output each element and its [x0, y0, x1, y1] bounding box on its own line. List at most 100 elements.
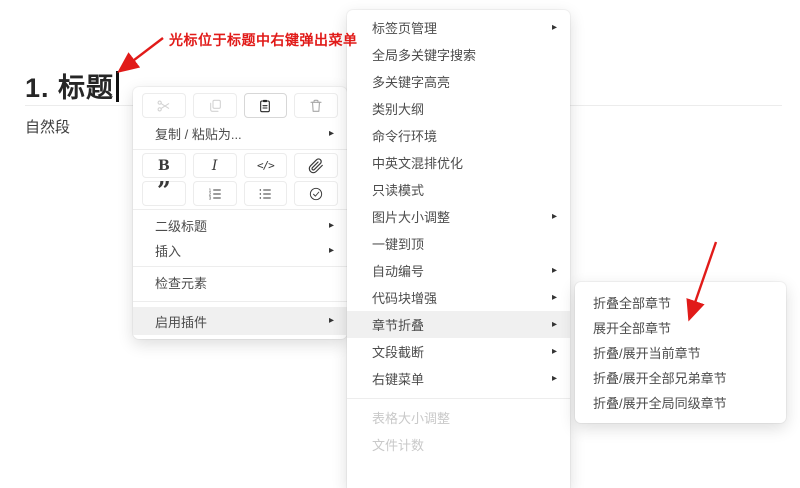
menu-item-toggle-global-level-sections[interactable]: 折叠/展开全局同级章节 — [575, 390, 786, 415]
menu-item-expand-all-sections[interactable]: 展开全部章节 — [575, 315, 786, 340]
menu-divider — [347, 398, 570, 399]
italic-icon: I — [211, 157, 218, 174]
svg-text:3: 3 — [208, 195, 211, 200]
menu-divider — [133, 266, 347, 267]
menu-item-label: 右键菜单 — [372, 372, 425, 387]
check-circle-icon — [309, 187, 323, 200]
menu-item-label: 复制 / 粘贴为... — [155, 127, 242, 142]
menu-item-label: 代码块增强 — [372, 291, 438, 306]
quote-button[interactable]: ” — [142, 175, 186, 206]
bold-button[interactable]: B — [142, 153, 186, 178]
menu-item-label: 中英文混排优化 — [372, 156, 464, 171]
italic-button[interactable]: I — [192, 153, 237, 178]
submenu-arrow-icon: ▸ — [551, 264, 557, 276]
copy-icon — [209, 99, 221, 112]
plugins-submenu: 标签页管理 ▸ 全局多关键字搜索 多关键字高亮 类别大纲 命令行环境 中英文混排… — [347, 10, 570, 488]
ordered-list-icon: 123 — [208, 187, 221, 200]
menu-divider — [133, 301, 347, 302]
menu-item-label: 标签页管理 — [372, 21, 438, 36]
heading-text: 1. 标题 — [25, 73, 115, 103]
submenu-arrow-icon: ▸ — [328, 127, 334, 139]
paste-button[interactable] — [243, 93, 288, 118]
menu-divider — [133, 209, 347, 210]
menu-item-label: 二级标题 — [155, 219, 208, 234]
menu-item-cjk-typesetting-optimize[interactable]: 中英文混排优化 — [347, 149, 570, 176]
scissors-icon — [157, 100, 170, 111]
menu-item-read-only-mode[interactable]: 只读模式 — [347, 176, 570, 203]
menu-item-enable-plugins[interactable]: 启用插件 ▸ — [133, 307, 347, 335]
menu-item-label: 折叠/展开当前章节 — [593, 346, 701, 361]
code-icon: </> — [256, 159, 275, 172]
menu-item-auto-numbering[interactable]: 自动编号 ▸ — [347, 257, 570, 284]
link-button[interactable] — [294, 153, 338, 178]
submenu-arrow-icon: ▸ — [551, 345, 557, 357]
menu-item-label: 折叠全部章节 — [593, 296, 672, 311]
delete-button[interactable] — [294, 93, 338, 118]
menu-item-label: 展开全部章节 — [593, 321, 672, 336]
menu-item-inspect-element[interactable]: 检查元素 — [133, 270, 347, 295]
bold-icon: B — [157, 157, 170, 174]
menu-item-label: 图片大小调整 — [372, 210, 451, 225]
menu-item-label: 折叠/展开全部兄弟章节 — [593, 371, 727, 386]
menu-item-label: 只读模式 — [372, 183, 425, 198]
menu-item-category-outline[interactable]: 类别大纲 — [347, 95, 570, 122]
section-fold-submenu: 折叠全部章节 展开全部章节 折叠/展开当前章节 折叠/展开全部兄弟章节 折叠/展… — [575, 282, 786, 423]
menu-item-label: 折叠/展开全局同级章节 — [593, 396, 727, 411]
menu-item-label: 自动编号 — [372, 264, 425, 279]
menu-item-global-multi-keyword-search[interactable]: 全局多关键字搜索 — [347, 41, 570, 68]
text-caret — [116, 71, 119, 102]
annotation-text: 光标位于标题中右键弹出菜单 — [169, 32, 358, 48]
menu-item-paragraph-truncate[interactable]: 文段截断 ▸ — [347, 338, 570, 365]
menu-item-label: 启用插件 — [155, 314, 208, 330]
menu-item-label: 插入 — [155, 244, 182, 259]
format-toolbar-row1: B I </> — [142, 153, 338, 178]
menu-item-command-line-env[interactable]: 命令行环境 — [347, 122, 570, 149]
quote-icon: ” — [156, 175, 171, 205]
menu-item-label: 章节折叠 — [372, 318, 425, 333]
submenu-arrow-icon: ▸ — [328, 315, 334, 326]
menu-item-label: 文段截断 — [372, 345, 425, 360]
menu-item-toggle-sibling-sections[interactable]: 折叠/展开全部兄弟章节 — [575, 365, 786, 390]
menu-item-label: 文件计数 — [372, 438, 425, 453]
menu-item-back-to-top[interactable]: 一键到顶 — [347, 230, 570, 257]
menu-item-collapse-all-sections[interactable]: 折叠全部章节 — [575, 290, 786, 315]
menu-divider — [133, 149, 347, 150]
submenu-arrow-icon: ▸ — [551, 372, 557, 384]
paperclip-icon — [308, 157, 324, 173]
menu-item-copy-paste-as[interactable]: 复制 / 粘贴为... ▸ — [133, 121, 347, 146]
task-list-button[interactable] — [294, 181, 338, 206]
unordered-list-icon — [259, 188, 272, 199]
menu-item-file-count: 文件计数 — [347, 431, 570, 458]
menu-item-label: 全局多关键字搜索 — [372, 48, 477, 63]
submenu-arrow-icon: ▸ — [328, 244, 334, 256]
cut-button[interactable] — [142, 93, 186, 118]
context-menu: 复制 / 粘贴为... ▸ B I </> ” 123 二级标题 ▸ 插入 ▸ … — [133, 87, 347, 339]
clipboard-icon — [260, 99, 271, 112]
submenu-arrow-icon: ▸ — [551, 291, 557, 303]
menu-item-context-menu-plugin[interactable]: 右键菜单 ▸ — [347, 365, 570, 392]
menu-item-multi-keyword-highlight[interactable]: 多关键字高亮 — [347, 68, 570, 95]
menu-item-label: 检查元素 — [155, 276, 208, 291]
menu-item-toggle-current-section[interactable]: 折叠/展开当前章节 — [575, 340, 786, 365]
document-heading[interactable]: 1. 标题 — [25, 66, 119, 105]
unordered-list-button[interactable] — [243, 181, 288, 206]
menu-item-code-block-enhance[interactable]: 代码块增强 ▸ — [347, 284, 570, 311]
submenu-arrow-icon: ▸ — [551, 318, 557, 330]
menu-item-tab-management[interactable]: 标签页管理 ▸ — [347, 14, 570, 41]
menu-item-image-resize[interactable]: 图片大小调整 ▸ — [347, 203, 570, 230]
menu-item-section-fold[interactable]: 章节折叠 ▸ — [347, 311, 570, 338]
copy-button[interactable] — [192, 93, 237, 118]
annotation-arrow-heading — [117, 37, 164, 73]
submenu-arrow-icon: ▸ — [551, 210, 557, 222]
format-toolbar-row2: ” 123 — [142, 175, 338, 206]
menu-item-heading-2[interactable]: 二级标题 ▸ — [133, 213, 347, 238]
menu-item-label: 多关键字高亮 — [372, 75, 451, 90]
document-paragraph[interactable]: 自然段 — [25, 116, 70, 137]
menu-item-label: 类别大纲 — [372, 102, 425, 117]
code-button[interactable]: </> — [243, 153, 288, 178]
menu-item-insert[interactable]: 插入 ▸ — [133, 238, 347, 263]
submenu-arrow-icon: ▸ — [551, 21, 557, 33]
ordered-list-button[interactable]: 123 — [192, 181, 237, 206]
trash-icon — [310, 99, 322, 112]
menu-item-label: 一键到顶 — [372, 237, 425, 252]
